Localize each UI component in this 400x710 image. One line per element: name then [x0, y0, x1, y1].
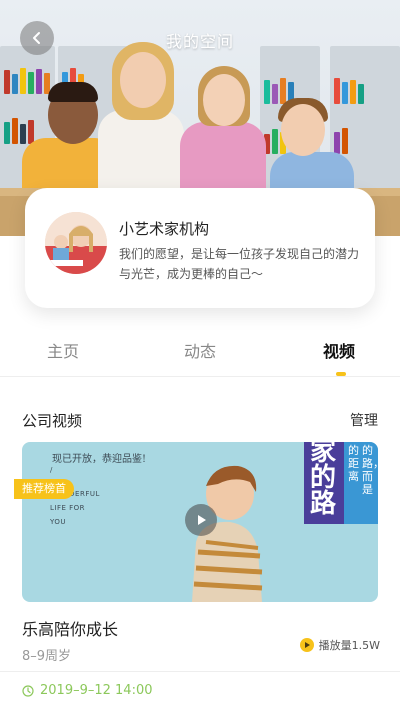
thumbnail-poster-panel: 家 的 路: [304, 442, 346, 524]
video-thumbnail[interactable]: 现已开放，恭迎品鉴! / WONDERFUL LIFE FOR YOU 家 的 …: [22, 442, 378, 602]
thumbnail-text: /: [50, 466, 53, 474]
thumbnail-text: YOU: [50, 518, 67, 526]
tab-bar: 主页 动态 视频: [0, 328, 400, 376]
org-profile-card[interactable]: 小艺术家机构 我们的愿望，是让每一位孩子发现自己的潜力与光芒，成为更棒的自己～: [25, 188, 375, 308]
thumbnail-child-image: [192, 465, 263, 602]
org-description: 我们的愿望，是让每一位孩子发现自己的潜力与光芒，成为更棒的自己～: [119, 247, 360, 281]
tab-videos[interactable]: 视频: [323, 338, 355, 362]
date-label: 2019–9–12 14:00: [40, 683, 153, 698]
play-count-label: 播放量1.5W: [318, 639, 380, 652]
section-title: 公司视频: [22, 412, 83, 430]
thumbnail-caption: 现已开放，恭迎品鉴!: [52, 454, 147, 465]
divider: [0, 376, 400, 377]
org-avatar[interactable]: [45, 212, 107, 274]
clock-icon: [22, 684, 34, 697]
thumbnail-poster-panel: 的距离 的路，而是: [344, 442, 378, 524]
divider: [0, 671, 400, 672]
video-age-range: 8–9周岁: [22, 649, 72, 664]
manage-button[interactable]: 管理: [350, 410, 378, 430]
page-title: 我的空间: [165, 32, 234, 51]
thumbnail-text: LIFE FOR: [50, 504, 86, 512]
org-name: 小艺术家机构: [119, 220, 210, 238]
tab-activity[interactable]: 动态: [184, 338, 216, 362]
video-title[interactable]: 乐高陪你成长: [22, 616, 118, 640]
play-icon: [198, 515, 206, 525]
tab-home[interactable]: 主页: [47, 338, 79, 362]
rank-badge: 推荐榜首: [14, 479, 74, 499]
video-date: 2019–9–12 14:00: [22, 683, 153, 698]
play-button[interactable]: [185, 504, 217, 536]
play-circle-icon: [299, 638, 314, 652]
play-count: 播放量1.5W: [299, 637, 380, 653]
